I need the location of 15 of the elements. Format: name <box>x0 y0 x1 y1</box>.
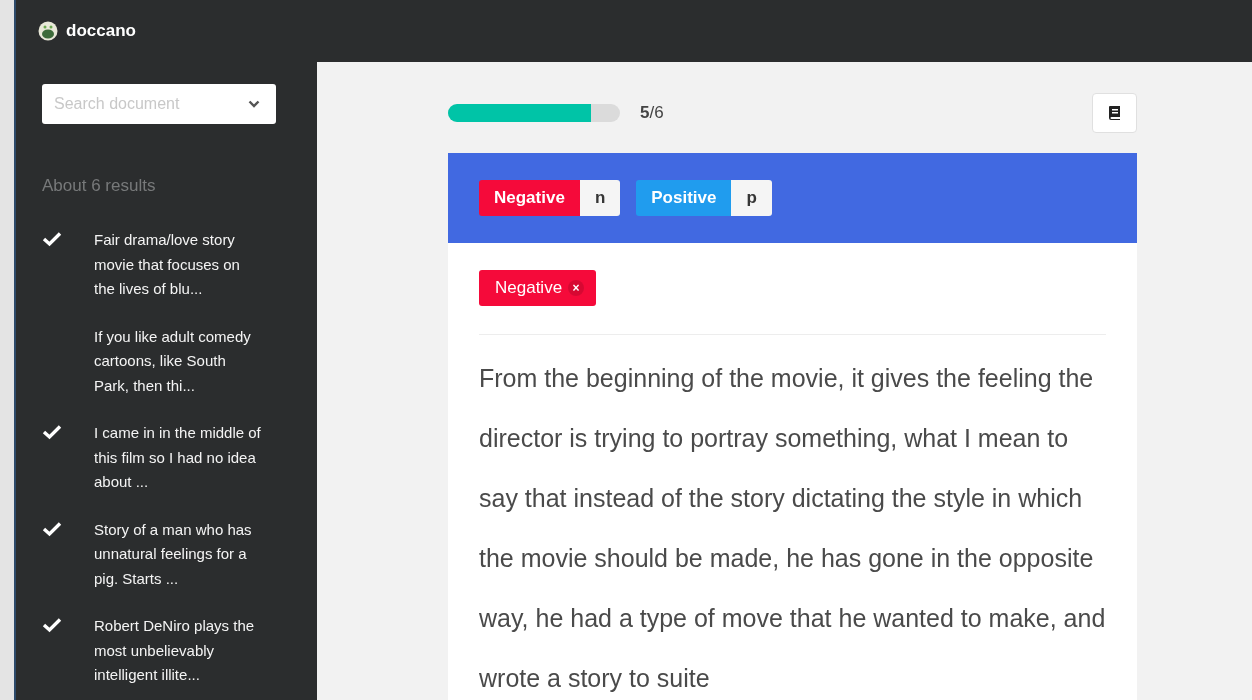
document-item[interactable]: Fair drama/love story movie that focuses on the lives of blu... <box>94 228 262 302</box>
document-item[interactable]: If you like adult comedy cartoons, like South Park, then thi... <box>94 324 262 398</box>
annotation-tag: Negative × <box>479 270 597 306</box>
logo-icon <box>38 21 58 41</box>
guide-button[interactable] <box>1092 93 1137 133</box>
book-icon <box>1107 105 1122 121</box>
document-item[interactable]: Story of a man who has unnatural feelings for a pig. Starts ... <box>94 517 262 591</box>
chevron-down-icon <box>248 100 260 108</box>
document-item[interactable]: I came in in the middle of this film so I had no idea about ... <box>94 421 262 495</box>
document-item[interactable]: Robert DeNiro plays the most unbelievably intelligent illite... <box>94 614 262 688</box>
result-count: About 6 results <box>42 176 157 196</box>
document-text: From the beginning of the movie, it gives the feeling the director is trying to portray something, what I mean to say that instead of the story dictating the style in which the movie should be made, he has gone in the opposite way, he had a type of move that he wanted to make, and wrote a story to suite <box>479 363 1106 694</box>
progress-count: 5/6 <box>640 103 664 123</box>
delete-button[interactable]: × <box>568 280 585 296</box>
app-name[interactable]: doccano <box>66 21 136 41</box>
